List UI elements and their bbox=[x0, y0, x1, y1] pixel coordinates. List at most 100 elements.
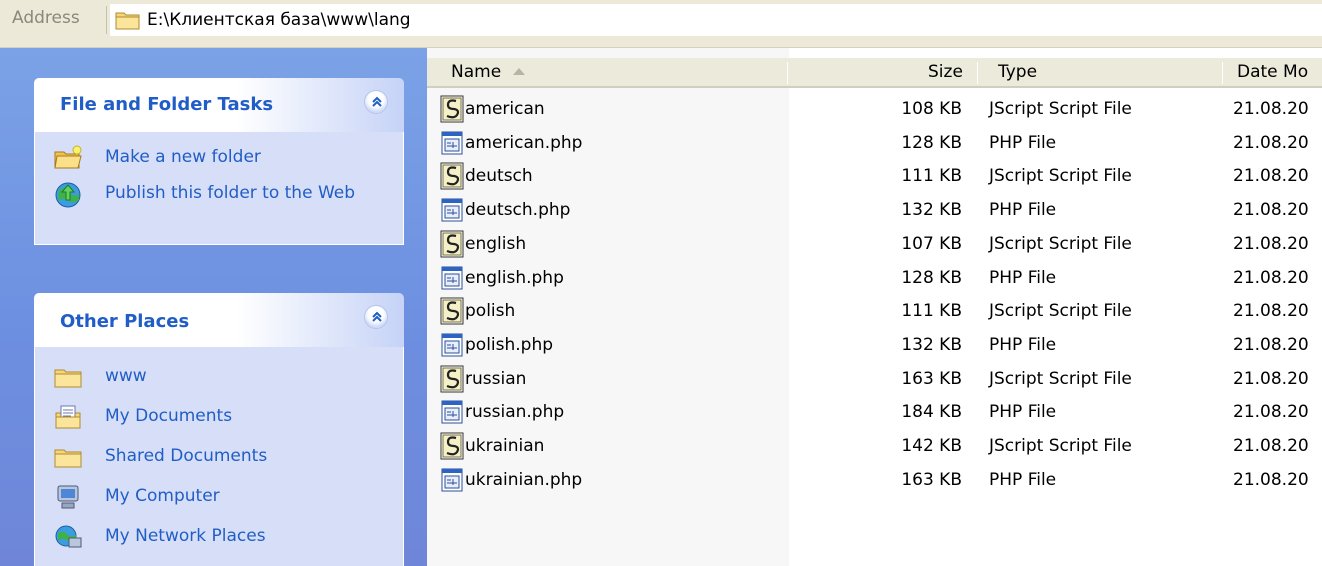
file-size: 111 KB bbox=[901, 166, 962, 187]
file-row[interactable]: american 108 KB JScript Script File 21.08.2… bbox=[427, 94, 1322, 127]
collapse-button[interactable] bbox=[364, 305, 388, 329]
place-label: Shared Documents bbox=[105, 446, 268, 466]
address-label: Address bbox=[12, 8, 80, 28]
place-my-documents[interactable]: My Documents bbox=[35, 401, 403, 441]
panel-body: Make a new folder Publish this folder to… bbox=[34, 132, 404, 245]
column-header-type[interactable]: Type bbox=[998, 58, 1037, 86]
file-name: polish.php bbox=[465, 334, 554, 355]
file-name: russian bbox=[465, 368, 527, 389]
file-name: deutsch bbox=[465, 166, 533, 187]
php-file-icon bbox=[439, 466, 465, 494]
panel-title: File and Folder Tasks bbox=[60, 94, 274, 115]
file-size: 107 KB bbox=[901, 233, 962, 254]
php-file-icon bbox=[439, 129, 465, 157]
column-divider[interactable] bbox=[787, 62, 788, 84]
file-date-modified: 21.08.20 bbox=[1233, 267, 1309, 288]
place-shared-documents[interactable]: Shared Documents bbox=[35, 441, 403, 481]
file-size: 132 KB bbox=[901, 200, 962, 221]
file-type: PHP File bbox=[989, 469, 1057, 490]
file-name: american bbox=[465, 99, 545, 119]
other-places-panel: Other Places www My Documents Shared Doc… bbox=[34, 293, 404, 566]
collapse-button[interactable] bbox=[364, 90, 388, 114]
file-type: JScript Script File bbox=[989, 368, 1132, 389]
address-separator bbox=[106, 6, 107, 34]
file-date-modified: 21.08.20 bbox=[1233, 368, 1309, 389]
jscript-file-icon bbox=[439, 432, 465, 460]
file-size: 132 KB bbox=[901, 334, 962, 355]
file-row[interactable]: ukrainian.php 163 KB PHP File 21.08.20 bbox=[427, 465, 1322, 498]
place-my-computer[interactable]: My Computer bbox=[35, 481, 403, 521]
file-type: PHP File bbox=[989, 334, 1057, 355]
file-row[interactable]: ukrainian 142 KB JScript Script File 21.08.… bbox=[427, 431, 1322, 464]
new-folder-icon bbox=[54, 145, 82, 169]
file-name: deutsch.php bbox=[465, 200, 571, 221]
task-pane: File and Folder Tasks Make a new folder bbox=[0, 48, 427, 566]
file-row[interactable]: deutsch 111 KB JScript Script File 21.08.20 bbox=[427, 161, 1322, 194]
file-row[interactable]: american.php 128 KB PHP File 21.08.20 bbox=[427, 128, 1322, 161]
panel-title: Other Places bbox=[60, 311, 190, 332]
place-www[interactable]: www bbox=[35, 361, 403, 401]
place-label: www bbox=[105, 366, 147, 386]
file-name: polish bbox=[465, 301, 516, 322]
php-file-icon bbox=[439, 264, 465, 292]
panel-header[interactable]: File and Folder Tasks bbox=[34, 78, 404, 132]
column-divider[interactable] bbox=[1222, 62, 1223, 84]
file-date-modified: 21.08.20 bbox=[1233, 200, 1309, 221]
column-divider[interactable] bbox=[977, 62, 978, 84]
php-file-icon bbox=[439, 331, 465, 359]
file-type: JScript Script File bbox=[989, 436, 1132, 456]
place-my-network-places[interactable]: My Network Places bbox=[35, 521, 403, 561]
double-chevron-up-icon bbox=[372, 311, 382, 322]
file-date-modified: 21.08.20 bbox=[1233, 469, 1309, 490]
file-date-modified: 21.08.20 bbox=[1233, 166, 1309, 187]
column-header-name[interactable]: Name bbox=[451, 58, 501, 86]
file-type: JScript Script File bbox=[989, 166, 1132, 187]
file-size: 108 KB bbox=[901, 99, 962, 119]
task-publish-folder[interactable]: Publish this folder to the Web bbox=[35, 178, 403, 234]
file-row[interactable]: deutsch.php 132 KB PHP File 21.08.20 bbox=[427, 195, 1322, 228]
network-icon bbox=[55, 525, 82, 548]
folder-icon bbox=[115, 12, 140, 30]
globe-publish-icon bbox=[55, 182, 81, 208]
file-row[interactable]: polish.php 132 KB PHP File 21.08.20 bbox=[427, 330, 1322, 363]
file-date-modified: 21.08.20 bbox=[1233, 436, 1309, 456]
file-name: english.php bbox=[465, 267, 564, 288]
file-name: russian.php bbox=[465, 402, 565, 423]
panel-body: www My Documents Shared Documents My Com… bbox=[34, 347, 404, 566]
file-row[interactable]: english.php 128 KB PHP File 21.08.20 bbox=[427, 263, 1322, 296]
file-row[interactable]: polish 111 KB JScript Script File 21.08.20 bbox=[427, 296, 1322, 329]
panel-header[interactable]: Other Places bbox=[34, 293, 404, 347]
place-label: My Computer bbox=[105, 486, 220, 506]
file-size: 128 KB bbox=[901, 267, 962, 288]
place-label: My Network Places bbox=[105, 526, 266, 546]
file-row[interactable]: russian 163 KB JScript Script File 21.08.20 bbox=[427, 364, 1322, 397]
address-bar: Address E:\Клиентская база\www\lang bbox=[0, 0, 1322, 48]
task-make-new-folder[interactable]: Make a new folder bbox=[35, 142, 403, 178]
address-path: E:\Клиентская база\www\lang bbox=[147, 10, 411, 30]
file-folder-tasks-panel: File and Folder Tasks Make a new folder bbox=[34, 78, 404, 245]
computer-icon bbox=[57, 485, 79, 509]
double-chevron-up-icon bbox=[372, 96, 382, 107]
place-label: My Documents bbox=[105, 406, 233, 426]
task-label: Publish this folder to the Web bbox=[105, 183, 356, 203]
my-documents-icon bbox=[55, 405, 81, 429]
file-type: PHP File bbox=[989, 267, 1057, 288]
sort-ascending-icon bbox=[513, 68, 525, 75]
file-row[interactable]: english 107 KB JScript Script File 21.08.20 bbox=[427, 229, 1322, 262]
column-header-size[interactable]: Size bbox=[928, 58, 963, 86]
file-name: ukrainian.php bbox=[465, 469, 583, 490]
file-size: 111 KB bbox=[901, 301, 962, 322]
file-list: Name Size Type Date Mo american 108 KB JSc… bbox=[427, 48, 1322, 566]
file-date-modified: 21.08.20 bbox=[1233, 132, 1309, 153]
folder-icon bbox=[54, 369, 82, 388]
column-header-date-modified[interactable]: Date Mo bbox=[1237, 58, 1308, 86]
address-field[interactable]: E:\Клиентская база\www\lang bbox=[110, 4, 1322, 36]
file-date-modified: 21.08.20 bbox=[1233, 301, 1309, 322]
file-name: american.php bbox=[465, 132, 583, 153]
file-row[interactable]: russian.php 184 KB PHP File 21.08.20 bbox=[427, 397, 1322, 430]
file-date-modified: 21.08.20 bbox=[1233, 334, 1309, 355]
jscript-file-icon bbox=[439, 297, 465, 325]
jscript-file-icon bbox=[439, 162, 465, 190]
file-type: JScript Script File bbox=[989, 233, 1132, 254]
file-size: 163 KB bbox=[901, 469, 962, 490]
